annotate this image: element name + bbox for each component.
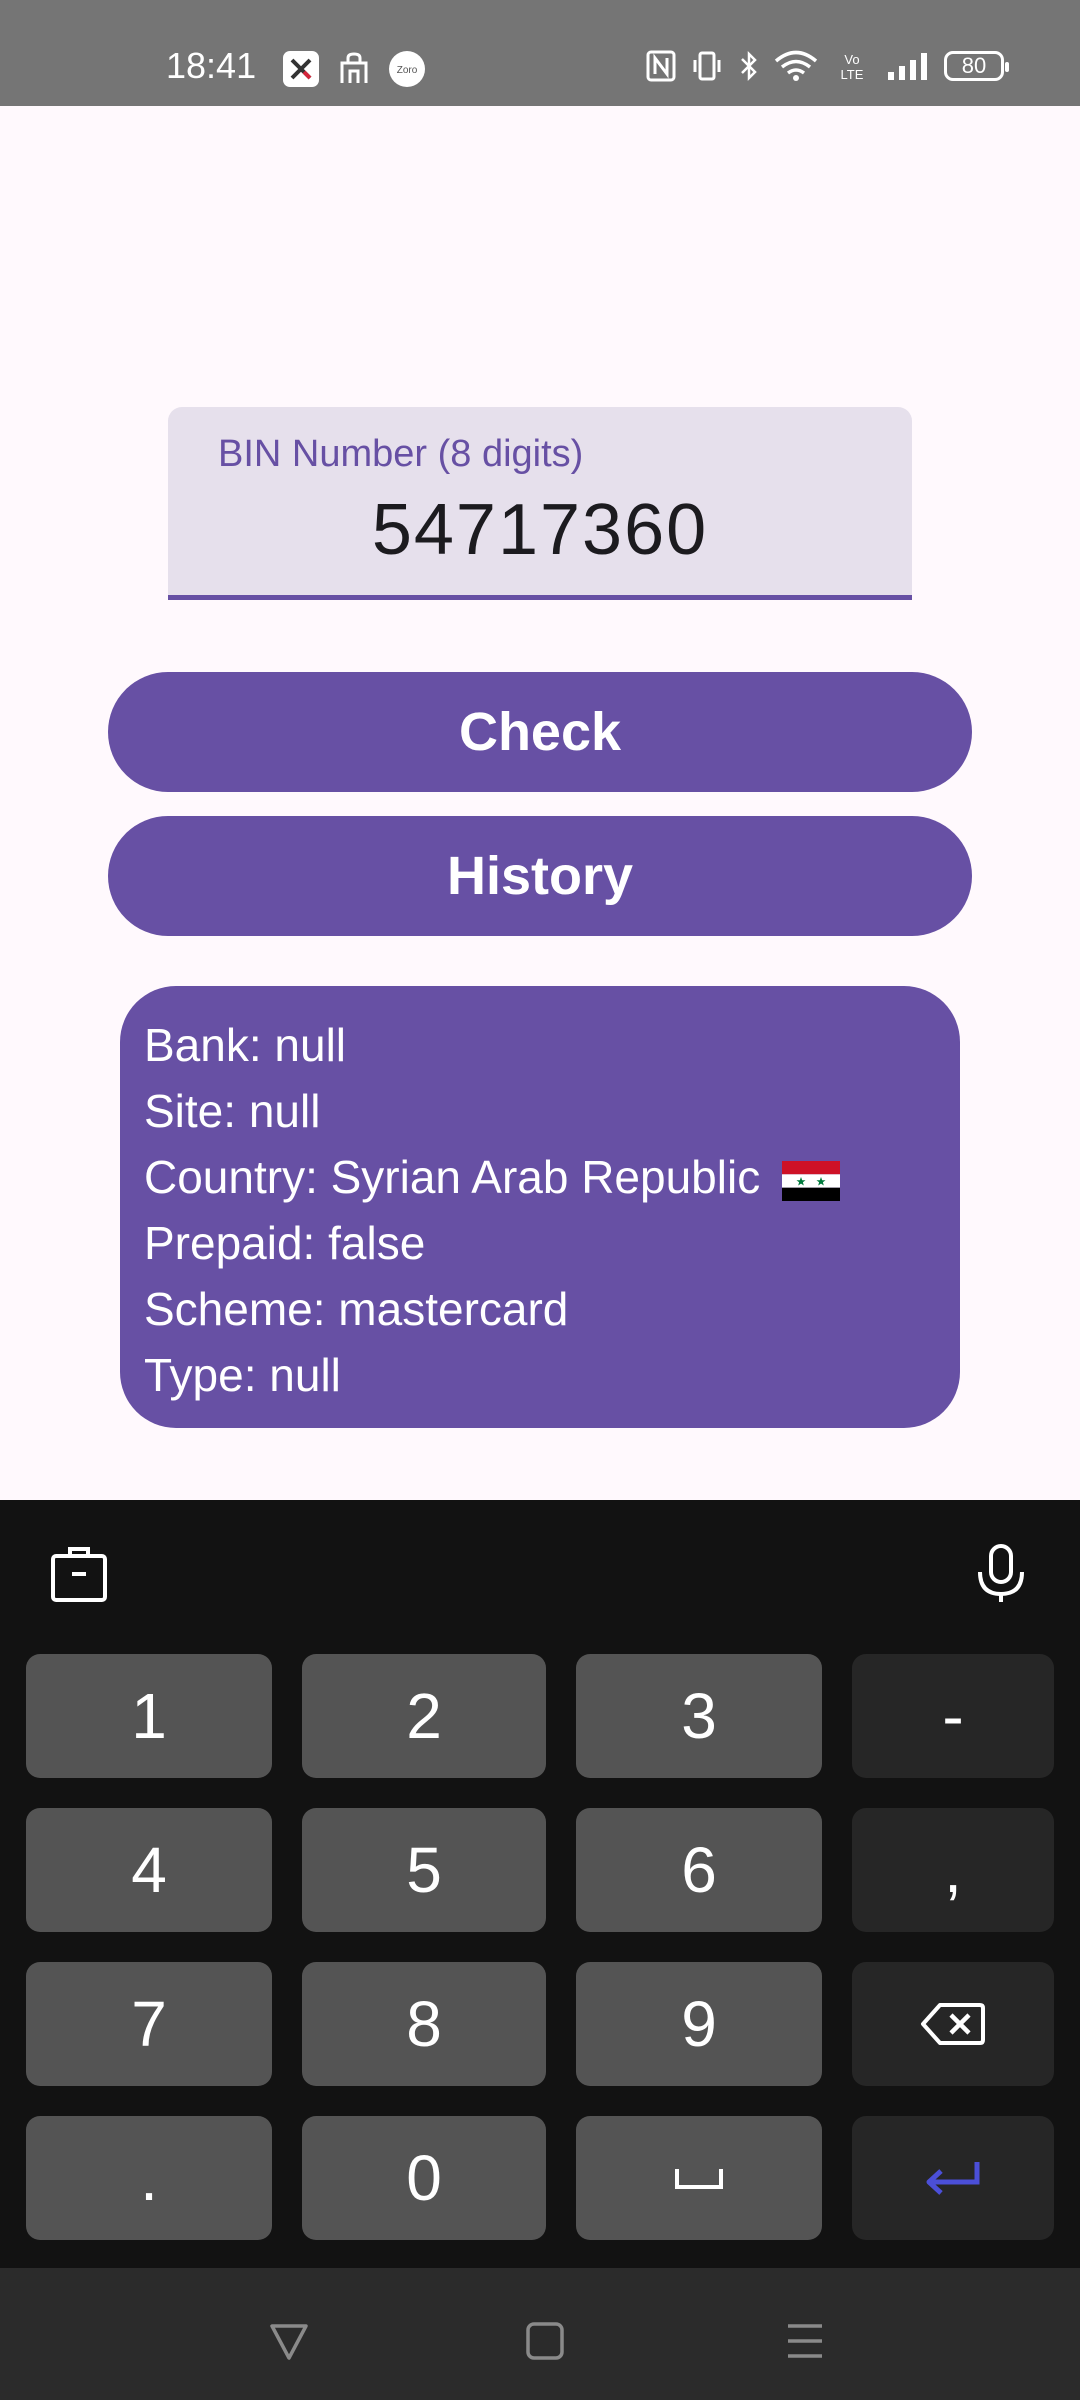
result-country-row: Country: Syrian Arab Republic — [144, 1144, 936, 1210]
bin-number-field[interactable]: BIN Number (8 digits) 54717360 — [168, 407, 912, 600]
system-icons: Vo LTE 80 — [646, 50, 1009, 82]
result-prepaid: Prepaid: false — [144, 1217, 426, 1269]
volte-icon: Vo LTE — [841, 52, 864, 82]
notification-icons: Zoro — [282, 50, 426, 88]
clipboard-icon[interactable] — [44, 1538, 114, 1608]
result-site: Site: null — [144, 1085, 321, 1137]
result-country: Country: Syrian Arab Republic — [144, 1151, 761, 1203]
bin-field-value[interactable]: 54717360 — [168, 489, 912, 571]
svg-text:Zoro: Zoro — [397, 65, 418, 76]
wifi-icon — [774, 50, 818, 81]
enter-key[interactable] — [852, 2116, 1054, 2240]
zoro-icon: Zoro — [389, 51, 425, 87]
x-app-icon — [283, 51, 319, 87]
recents-icon[interactable] — [780, 2316, 830, 2366]
check-button[interactable]: Check — [108, 672, 972, 792]
result-card: Bank: null Site: null Country: Syrian Ar… — [120, 986, 960, 1428]
key-8[interactable]: 8 — [302, 1962, 546, 2086]
numeric-keyboard: 1 2 3 - 4 5 6 , 7 8 9 . 0 — [0, 1500, 1080, 2268]
key-6[interactable]: 6 — [576, 1808, 822, 1932]
bag-icon — [340, 52, 368, 83]
status-time: 18:41 — [166, 45, 257, 86]
enter-icon — [926, 2162, 980, 2195]
space-key[interactable] — [576, 2116, 822, 2240]
space-icon — [675, 2169, 723, 2189]
navigation-bar — [0, 2268, 1080, 2400]
key-5[interactable]: 5 — [302, 1808, 546, 1932]
microphone-icon[interactable] — [966, 1538, 1036, 1608]
bin-field-label: BIN Number (8 digits) — [218, 433, 584, 475]
signal-icon — [888, 53, 927, 80]
bluetooth-icon — [741, 50, 757, 82]
back-icon[interactable] — [264, 2316, 314, 2366]
key-7[interactable]: 7 — [26, 1962, 272, 2086]
key-comma[interactable]: , — [852, 1808, 1054, 1932]
key-dot[interactable]: . — [26, 2116, 272, 2240]
history-button[interactable]: History — [108, 816, 972, 936]
vibrate-icon — [693, 51, 721, 81]
battery-indicator: 80 — [944, 51, 1009, 81]
key-4[interactable]: 4 — [26, 1808, 272, 1932]
status-bar: 18:41 Zoro Vo LTE 80 — [0, 0, 1080, 106]
svg-text:Vo: Vo — [844, 52, 859, 67]
syria-flag-icon — [782, 1160, 841, 1201]
result-scheme: Scheme: mastercard — [144, 1283, 569, 1335]
home-icon[interactable] — [520, 2316, 570, 2366]
key-2[interactable]: 2 — [302, 1654, 546, 1778]
result-bank: Bank: null — [144, 1019, 347, 1071]
key-9[interactable]: 9 — [576, 1962, 822, 2086]
key-0[interactable]: 0 — [302, 2116, 546, 2240]
backspace-key[interactable] — [852, 1962, 1054, 2086]
key-1[interactable]: 1 — [26, 1654, 272, 1778]
result-type: Type: null — [144, 1349, 341, 1401]
svg-text:LTE: LTE — [841, 67, 864, 82]
key-3[interactable]: 3 — [576, 1654, 822, 1778]
nfc-icon — [646, 50, 676, 82]
backspace-icon — [921, 2003, 985, 2045]
key-minus[interactable]: - — [852, 1654, 1054, 1778]
